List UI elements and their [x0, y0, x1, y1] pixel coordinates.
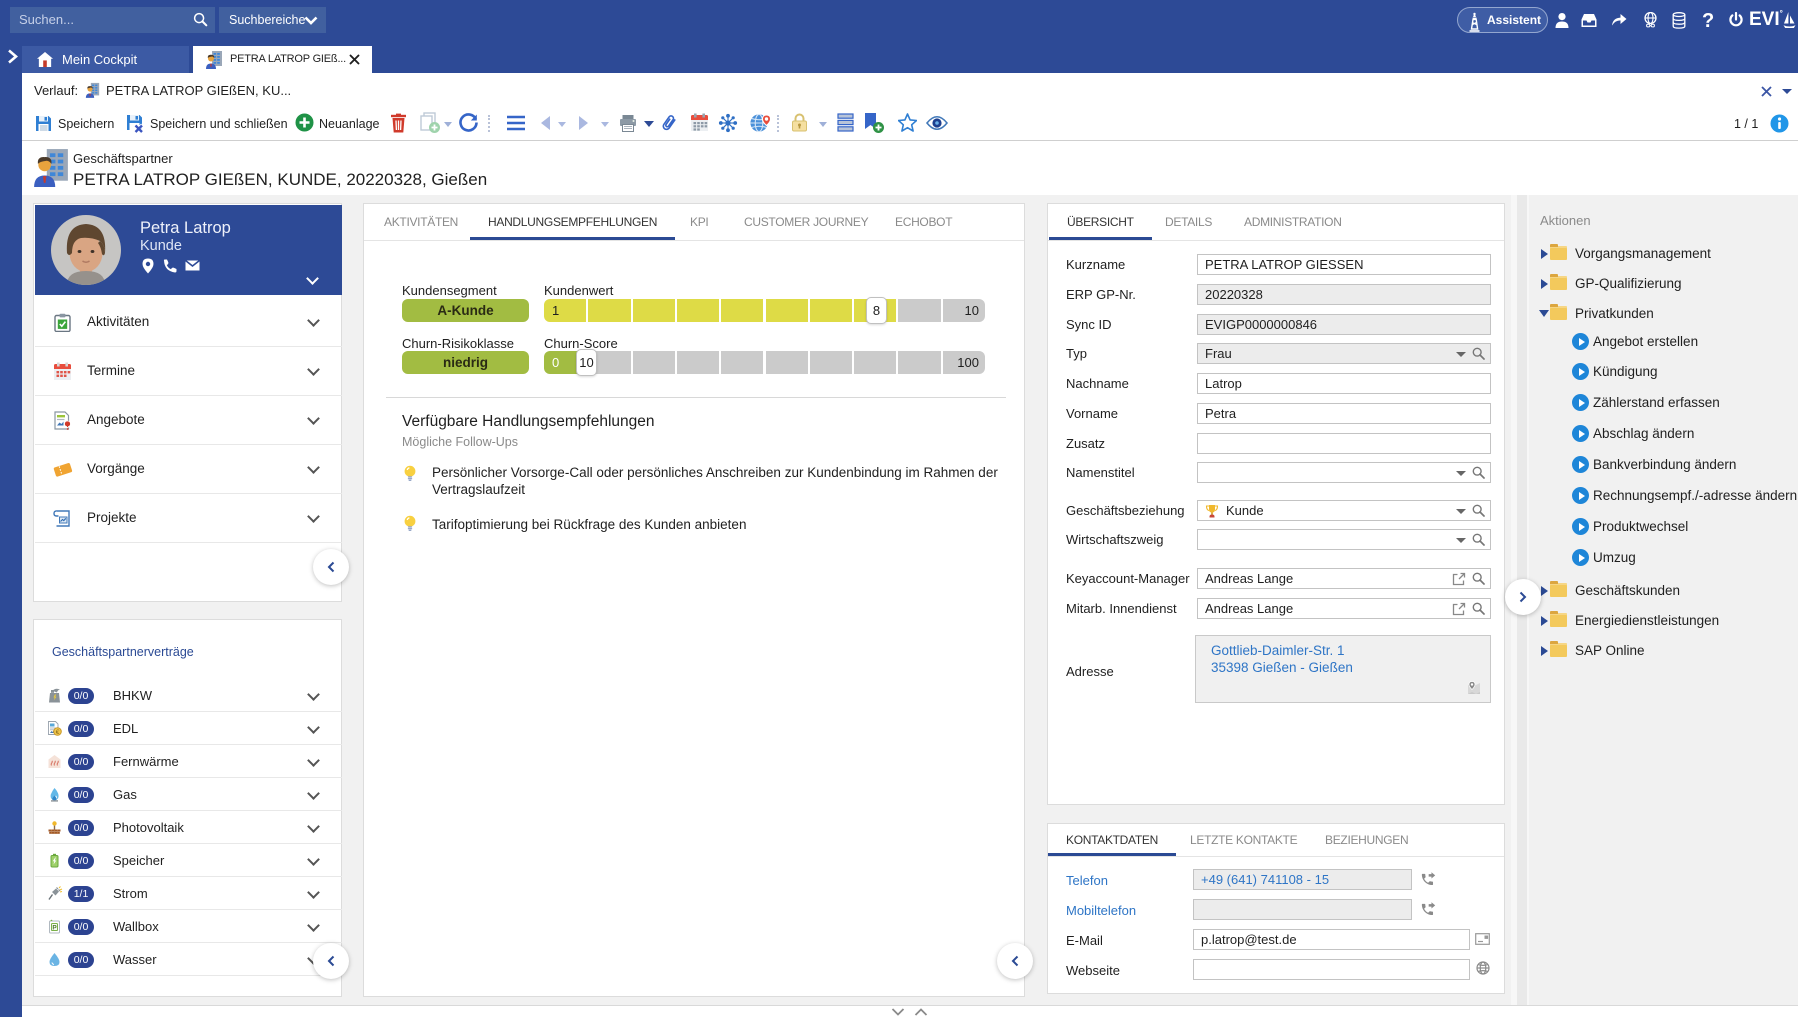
svg-text:€: € — [56, 729, 60, 736]
svg-text:P: P — [52, 924, 57, 931]
